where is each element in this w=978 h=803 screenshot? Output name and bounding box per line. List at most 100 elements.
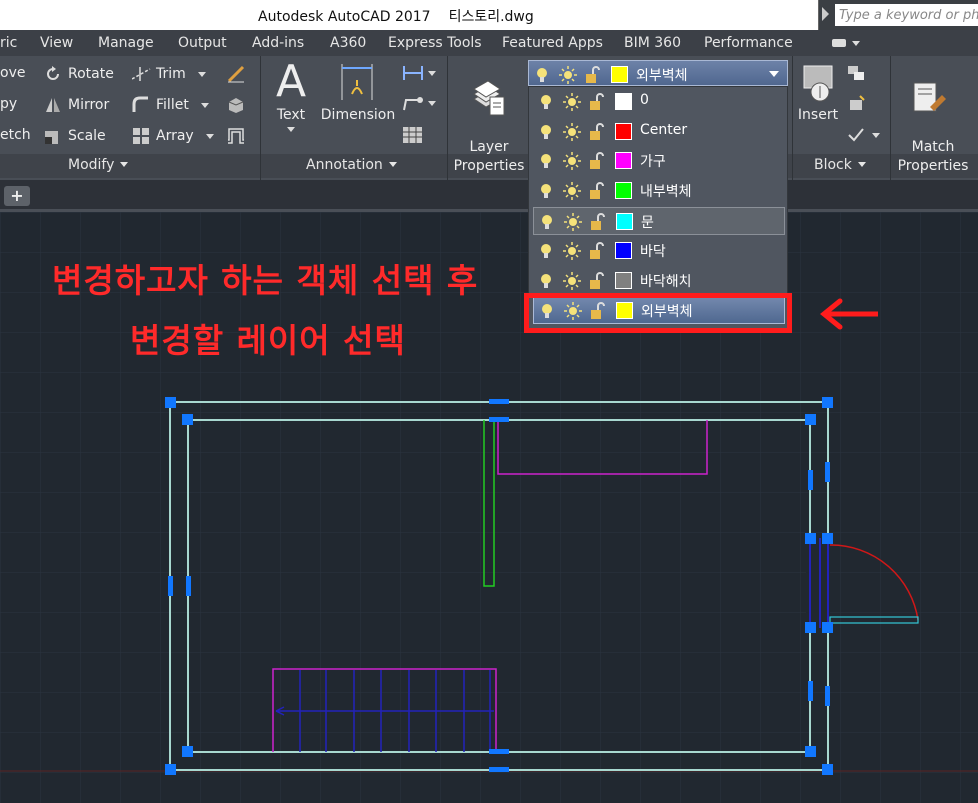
array-button[interactable]: Array bbox=[132, 127, 214, 145]
dimension-button[interactable]: Dimension bbox=[320, 58, 396, 125]
tab-view[interactable]: View bbox=[40, 35, 73, 51]
dimension-icon bbox=[320, 58, 396, 106]
light-bulb-icon bbox=[539, 273, 553, 289]
unlock-icon bbox=[589, 182, 605, 200]
tab-parametric[interactable]: ric bbox=[0, 35, 17, 51]
new-tab-button[interactable]: + bbox=[4, 186, 30, 206]
attribute-button[interactable] bbox=[846, 126, 880, 144]
tab-bim-360[interactable]: BIM 360 bbox=[624, 35, 681, 51]
layer-color-swatch bbox=[615, 123, 632, 140]
layer-name: 문 bbox=[641, 215, 654, 231]
layer-color-swatch bbox=[615, 182, 632, 199]
linear-dim-button[interactable] bbox=[402, 64, 436, 82]
app-title: Autodesk AutoCAD 2017 bbox=[258, 9, 431, 25]
layer-color-swatch bbox=[615, 242, 632, 259]
layer-item-2[interactable]: 가구 bbox=[533, 147, 785, 175]
sun-icon bbox=[563, 123, 581, 141]
copy-button[interactable]: py bbox=[0, 96, 17, 112]
leader-button[interactable] bbox=[402, 94, 436, 112]
mirror-button[interactable]: Mirror bbox=[44, 96, 109, 114]
explode-button[interactable] bbox=[226, 94, 244, 113]
chevron-down-icon[interactable] bbox=[769, 71, 779, 77]
tab-a360[interactable]: A360 bbox=[330, 35, 366, 51]
light-bulb-icon bbox=[535, 67, 549, 83]
layer-item-6[interactable]: 바닥해치 bbox=[533, 267, 785, 295]
modify-panel-title[interactable]: Modify bbox=[68, 157, 129, 173]
annotation-highlight-box bbox=[524, 293, 792, 333]
unlock-icon bbox=[585, 66, 601, 84]
offset-icon bbox=[226, 126, 244, 144]
pencil-icon bbox=[226, 64, 245, 83]
layer-item-0[interactable]: 0 bbox=[533, 88, 785, 116]
search-input[interactable] bbox=[835, 4, 978, 26]
fillet-icon bbox=[132, 96, 150, 114]
tab-express-tools[interactable]: Express Tools bbox=[388, 35, 482, 51]
sun-icon bbox=[563, 93, 581, 111]
layer-properties-button[interactable]: Layer Properties bbox=[452, 58, 526, 195]
linear-dimension-icon bbox=[402, 64, 423, 82]
layer-color-swatch bbox=[616, 213, 633, 230]
unlock-icon bbox=[589, 93, 605, 111]
check-icon bbox=[846, 126, 864, 144]
text-button[interactable]: A Text bbox=[268, 58, 314, 132]
tab-featured-apps[interactable]: Featured Apps bbox=[502, 35, 603, 51]
match-properties-icon bbox=[896, 77, 970, 119]
erase-button[interactable] bbox=[226, 64, 245, 83]
expand-arrow-icon[interactable] bbox=[822, 7, 829, 21]
annotation-panel-title[interactable]: Annotation bbox=[306, 157, 397, 173]
offset-button[interactable] bbox=[226, 126, 244, 144]
sun-icon bbox=[559, 66, 577, 84]
table-icon bbox=[402, 126, 422, 144]
edit-block-button[interactable] bbox=[846, 94, 865, 112]
layer-name: 바닥해치 bbox=[640, 274, 692, 290]
fillet-button[interactable]: Fillet bbox=[132, 96, 209, 114]
tab-add-ins[interactable]: Add-ins bbox=[252, 35, 304, 51]
array-icon bbox=[132, 127, 150, 145]
tab-manage[interactable]: Manage bbox=[98, 35, 154, 51]
tab-performance[interactable]: Performance bbox=[704, 35, 793, 51]
layer-name: 0 bbox=[640, 92, 649, 108]
unlock-icon bbox=[589, 242, 605, 260]
light-bulb-icon bbox=[539, 183, 553, 199]
sun-icon bbox=[563, 242, 581, 260]
file-tabs: + bbox=[0, 180, 978, 212]
layer-color-swatch bbox=[615, 93, 632, 110]
trim-icon bbox=[131, 65, 151, 83]
insert-button[interactable]: Insert bbox=[794, 58, 842, 125]
scale-icon bbox=[44, 127, 62, 145]
layer-color-swatch bbox=[615, 272, 632, 289]
search-box bbox=[818, 0, 978, 30]
create-block-button[interactable] bbox=[846, 64, 864, 82]
unlock-icon bbox=[589, 123, 605, 141]
trim-button[interactable]: Trim bbox=[131, 65, 206, 83]
light-bulb-icon bbox=[540, 214, 554, 230]
layer-item-1[interactable]: Center bbox=[533, 118, 785, 146]
scale-button[interactable]: Scale bbox=[44, 127, 106, 145]
leader-icon bbox=[402, 94, 423, 112]
unlock-icon bbox=[589, 272, 605, 290]
block-panel-title[interactable]: Block bbox=[814, 157, 866, 173]
ribbon-tabs: ric View Manage Output Add-ins A360 Expr… bbox=[0, 30, 978, 56]
ribbon: ove py etch Rotate Mirror Scale Trim Fil… bbox=[0, 56, 978, 180]
sun-icon bbox=[563, 182, 581, 200]
ribbon-minimize-button[interactable] bbox=[832, 36, 860, 48]
table-button[interactable] bbox=[402, 126, 422, 144]
layer-item-3[interactable]: 내부벽체 bbox=[533, 177, 785, 205]
layer-item-4[interactable]: 문 bbox=[533, 207, 785, 235]
layer-name: 가구 bbox=[640, 154, 666, 170]
unlock-icon bbox=[590, 213, 606, 231]
move-button[interactable]: ove bbox=[0, 65, 25, 81]
stretch-button[interactable]: etch bbox=[0, 127, 31, 143]
rotate-icon bbox=[44, 65, 62, 83]
layer-dropdown[interactable]: 외부벽체 bbox=[528, 60, 788, 86]
current-layer-name: 외부벽체 bbox=[636, 68, 688, 84]
match-properties-button[interactable]: Match Properties bbox=[896, 58, 970, 195]
rotate-button[interactable]: Rotate bbox=[44, 65, 114, 83]
layer-item-5[interactable]: 바닥 bbox=[533, 237, 785, 265]
tab-output[interactable]: Output bbox=[178, 35, 227, 51]
sun-icon bbox=[564, 213, 582, 231]
sun-icon bbox=[563, 152, 581, 170]
annotation-line-2: 변경할 레이어 선택 bbox=[130, 321, 406, 360]
window-title: Autodesk AutoCAD 2017 티스토리.dwg bbox=[258, 6, 534, 26]
cube-icon bbox=[226, 94, 244, 113]
